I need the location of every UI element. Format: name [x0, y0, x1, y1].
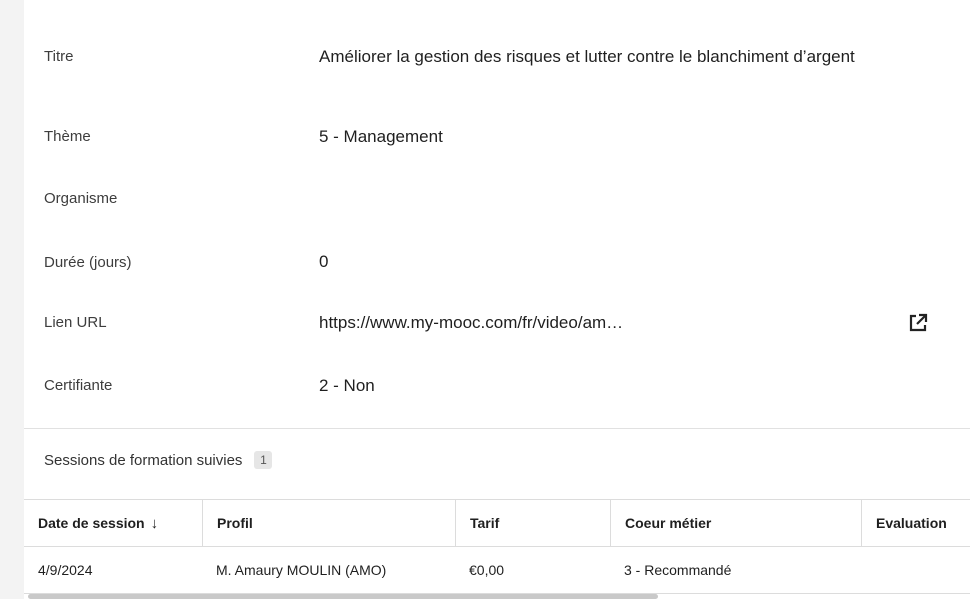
field-value-titre: Améliorer la gestion des risques et lutt… [319, 47, 855, 66]
sessions-count-badge: 1 [254, 451, 273, 469]
table-header-row: Date de session ↓ Profil Tarif Coeur méti… [24, 500, 970, 547]
cell-profil: M. Amaury MOULIN (AMO) [216, 562, 387, 578]
field-label-titre: Titre [44, 48, 74, 65]
sessions-header: Sessions de formation suivies 1 [44, 451, 273, 469]
column-header-profil[interactable]: Profil [202, 500, 455, 546]
field-value-theme: 5 - Management [319, 127, 443, 146]
column-header-evaluation[interactable]: Evaluation [861, 500, 970, 546]
column-header-date-label: Date de session [38, 515, 145, 531]
external-link-icon[interactable] [907, 312, 929, 334]
cell-evaluation [861, 547, 970, 593]
sessions-table: Date de session ↓ Profil Tarif Coeur méti… [24, 499, 970, 594]
field-value-certifiante: 2 - Non [319, 376, 375, 395]
sessions-title: Sessions de formation suivies [44, 451, 243, 469]
sort-arrow-down-icon[interactable]: ↓ [151, 501, 159, 546]
cell-coeur-metier: 3 - Recommandé [624, 562, 732, 578]
field-label-lien-url: Lien URL [44, 314, 107, 331]
field-label-theme: Thème [44, 128, 91, 145]
field-value-duree: 0 [319, 252, 329, 271]
training-detail-panel: Titre Améliorer la gestion des risques e… [24, 0, 970, 599]
column-header-date[interactable]: Date de session ↓ [24, 500, 202, 546]
cell-date: 4/9/2024 [38, 562, 93, 578]
field-label-certifiante: Certifiante [44, 377, 113, 394]
section-divider [24, 428, 970, 429]
horizontal-scrollbar[interactable] [28, 594, 658, 599]
field-label-duree: Durée (jours) [44, 254, 132, 271]
field-label-organisme: Organisme [44, 190, 118, 207]
column-header-coeur-metier[interactable]: Coeur métier [610, 500, 861, 546]
cell-tarif: €0,00 [469, 562, 505, 578]
table-row[interactable]: 4/9/2024 M. Amaury MOULIN (AMO) €0,00 3 … [24, 547, 970, 594]
field-value-lien-url[interactable]: https://www.my-mooc.com/fr/video/am… [319, 311, 909, 335]
column-header-tarif[interactable]: Tarif [455, 500, 610, 546]
